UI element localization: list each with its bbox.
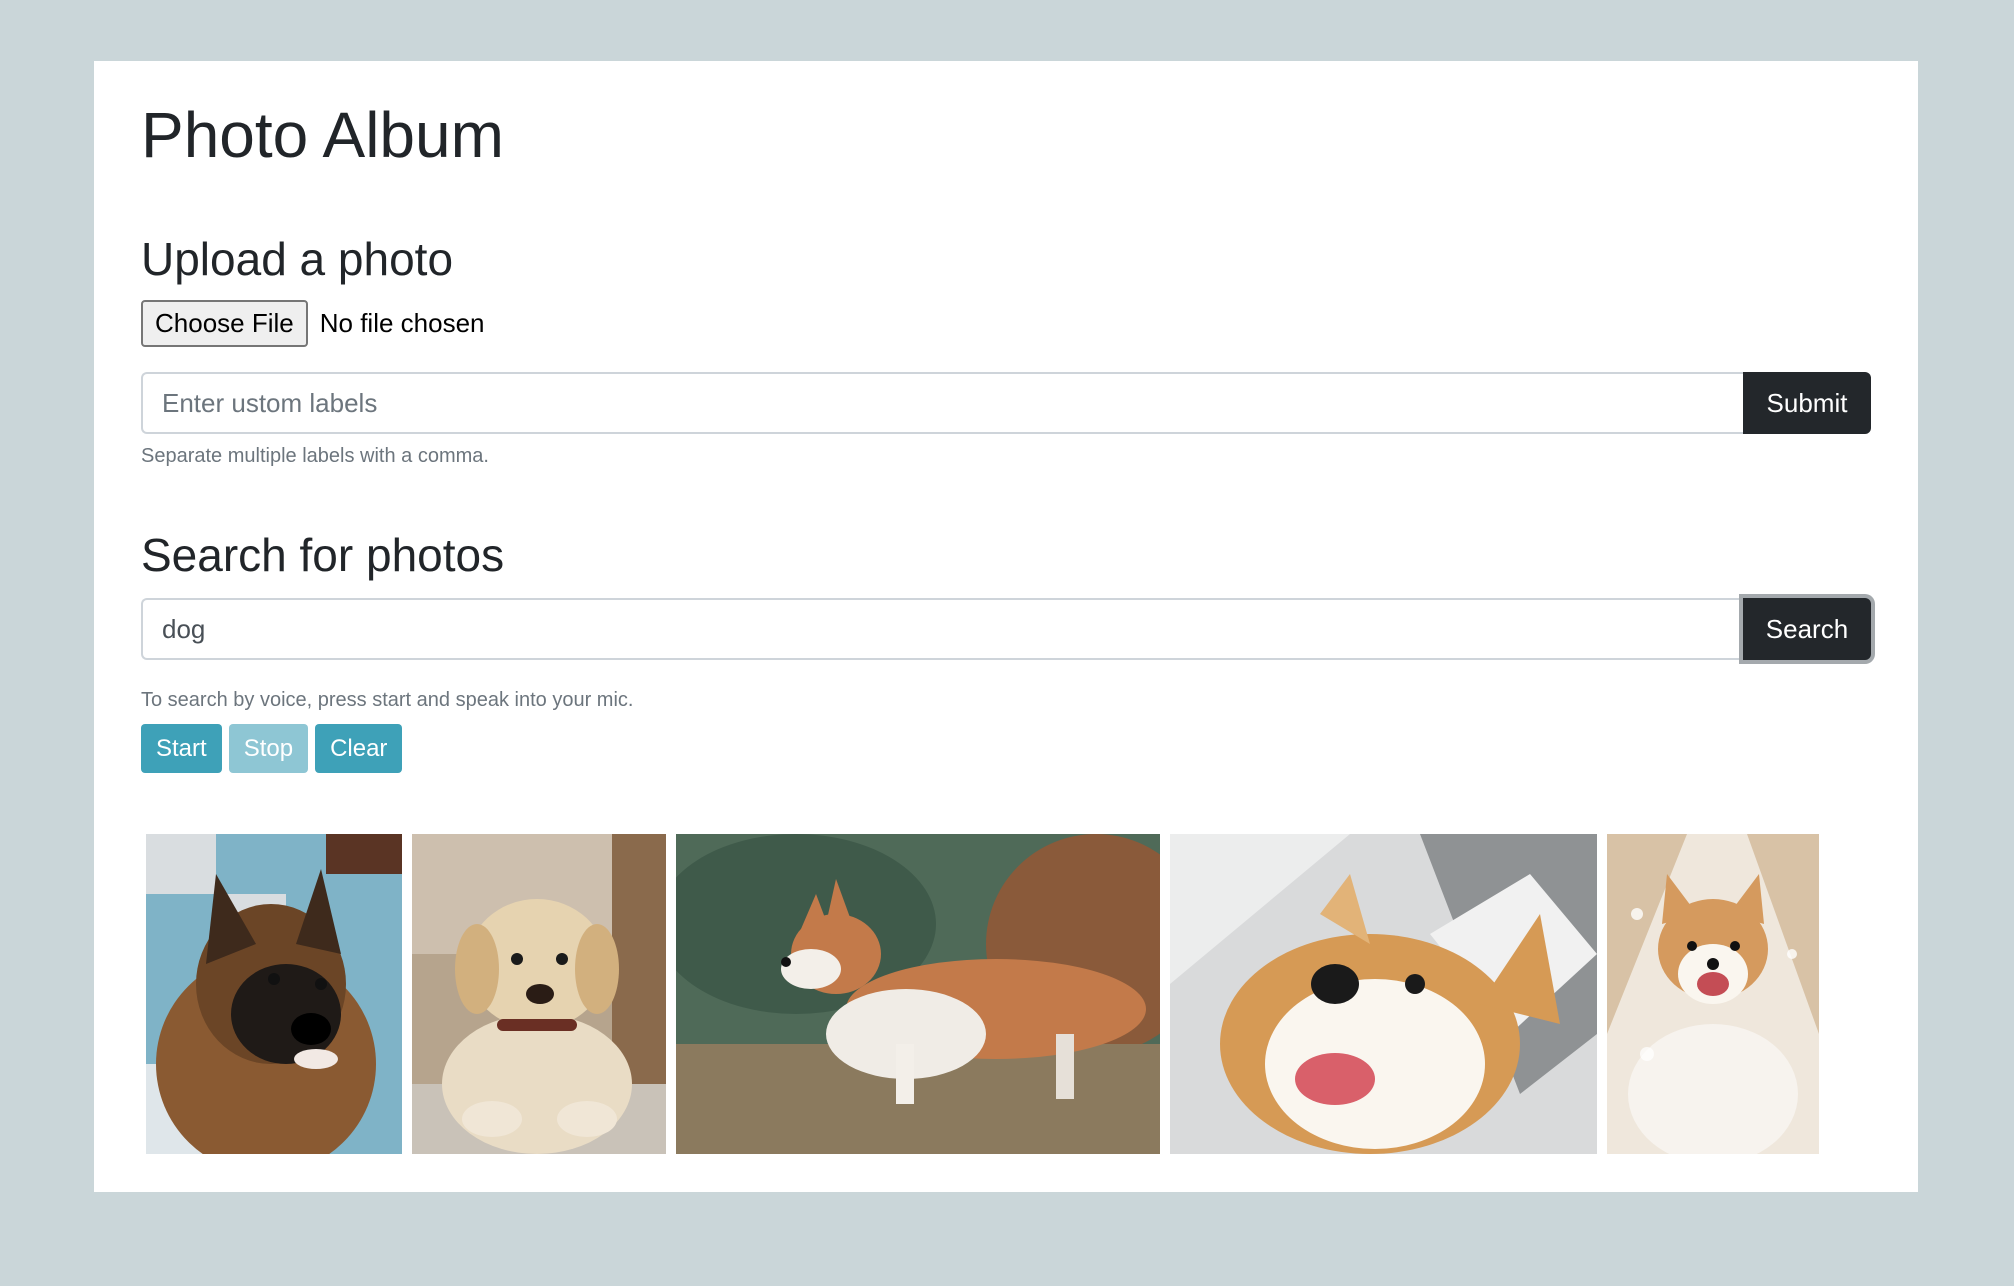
search-button[interactable]: Search [1743,598,1871,660]
labels-input-group: Enter ustom labels Submit [141,372,1871,434]
main-card: Photo Album Upload a photo Choose File N… [94,61,1918,1192]
file-status-text: No file chosen [319,307,485,338]
stop-button[interactable]: Stop [228,724,309,773]
upload-heading: Upload a photo [141,233,454,285]
submit-button[interactable]: Submit [1743,372,1871,434]
page-title: Photo Album [141,99,504,171]
corgi-sitting-photo[interactable] [1607,834,1819,1154]
labels-help-text: Separate multiple labels with a comma. [141,445,489,467]
corgi-standing-photo[interactable] [676,834,1160,1154]
search-input[interactable]: dog [141,598,1743,660]
search-input-group: dog Search [141,598,1871,660]
choose-file-button[interactable]: Choose File [141,299,308,347]
golden-retriever-puppy-photo[interactable] [412,834,666,1154]
clear-button[interactable]: Clear [315,724,403,773]
labels-input[interactable]: Enter ustom labels [141,372,1743,434]
voice-help-text: To search by voice, press start and spea… [141,689,634,711]
voice-controls: Start Stop Clear [141,724,403,773]
file-input[interactable]: Choose File No file chosen [141,299,485,347]
corgi-closeup-photo[interactable] [1170,834,1597,1154]
german-shepherd-photo[interactable] [146,834,402,1154]
start-button[interactable]: Start [141,724,222,773]
search-heading: Search for photos [141,529,505,581]
